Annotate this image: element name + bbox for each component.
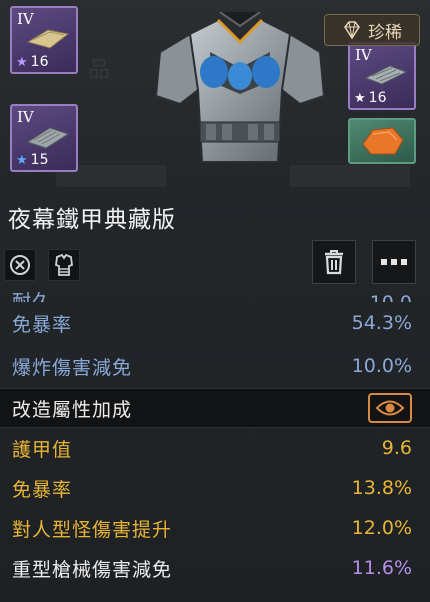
no-trade-icon	[10, 255, 30, 275]
background-ghost: 品	[88, 58, 111, 83]
material-slot-3[interactable]: IV ★ 16	[348, 42, 416, 110]
stats-panel: 耐久 10.0 免暴率 54.3% 爆炸傷害減免 10.0% 改造屬性加成 護甲…	[0, 284, 430, 588]
mod-stat-row: 護甲值 9.6	[12, 437, 412, 461]
armor-vest-image	[154, 12, 326, 163]
cloth-roll-icon	[26, 29, 70, 49]
material-slot-1[interactable]: IV ★ 16	[10, 6, 78, 74]
equipment-type-badge[interactable]	[48, 249, 80, 281]
eye-icon	[375, 400, 405, 416]
item-title: 夜幕鐵甲典藏版	[8, 207, 176, 233]
star-icon: ★	[16, 54, 28, 70]
diamond-icon	[344, 21, 360, 39]
stat-row: 爆炸傷害減免 10.0%	[12, 355, 412, 379]
material-slot-4[interactable]	[348, 118, 416, 164]
mod-stat-row: 對人型怪傷害提升 12.0%	[12, 517, 412, 541]
star-icon: ★	[354, 90, 366, 106]
more-options-button[interactable]	[372, 240, 416, 284]
delete-button[interactable]	[312, 240, 356, 284]
trash-icon	[325, 250, 343, 275]
untradeable-badge[interactable]	[4, 249, 36, 281]
mod-bonus-header: 改造屬性加成	[0, 389, 430, 427]
amber-gem-icon	[362, 127, 404, 155]
stat-row: 耐久 10.0	[12, 291, 412, 302]
more-icon	[381, 259, 407, 265]
rarity-badge: 珍稀	[324, 14, 420, 46]
mod-stat-row: 免暴率 13.8%	[12, 477, 412, 501]
chain-mesh-icon	[26, 127, 70, 149]
star-icon: ★	[16, 152, 28, 168]
stat-row: 免暴率 54.3%	[12, 312, 412, 336]
chain-mesh-icon	[364, 65, 408, 85]
material-slot-2[interactable]: IV ★ 15	[10, 104, 78, 172]
mod-stat-row: 重型槍械傷害減免 11.6%	[12, 557, 412, 581]
armor-type-icon	[55, 253, 73, 276]
view-details-button[interactable]	[368, 393, 412, 423]
